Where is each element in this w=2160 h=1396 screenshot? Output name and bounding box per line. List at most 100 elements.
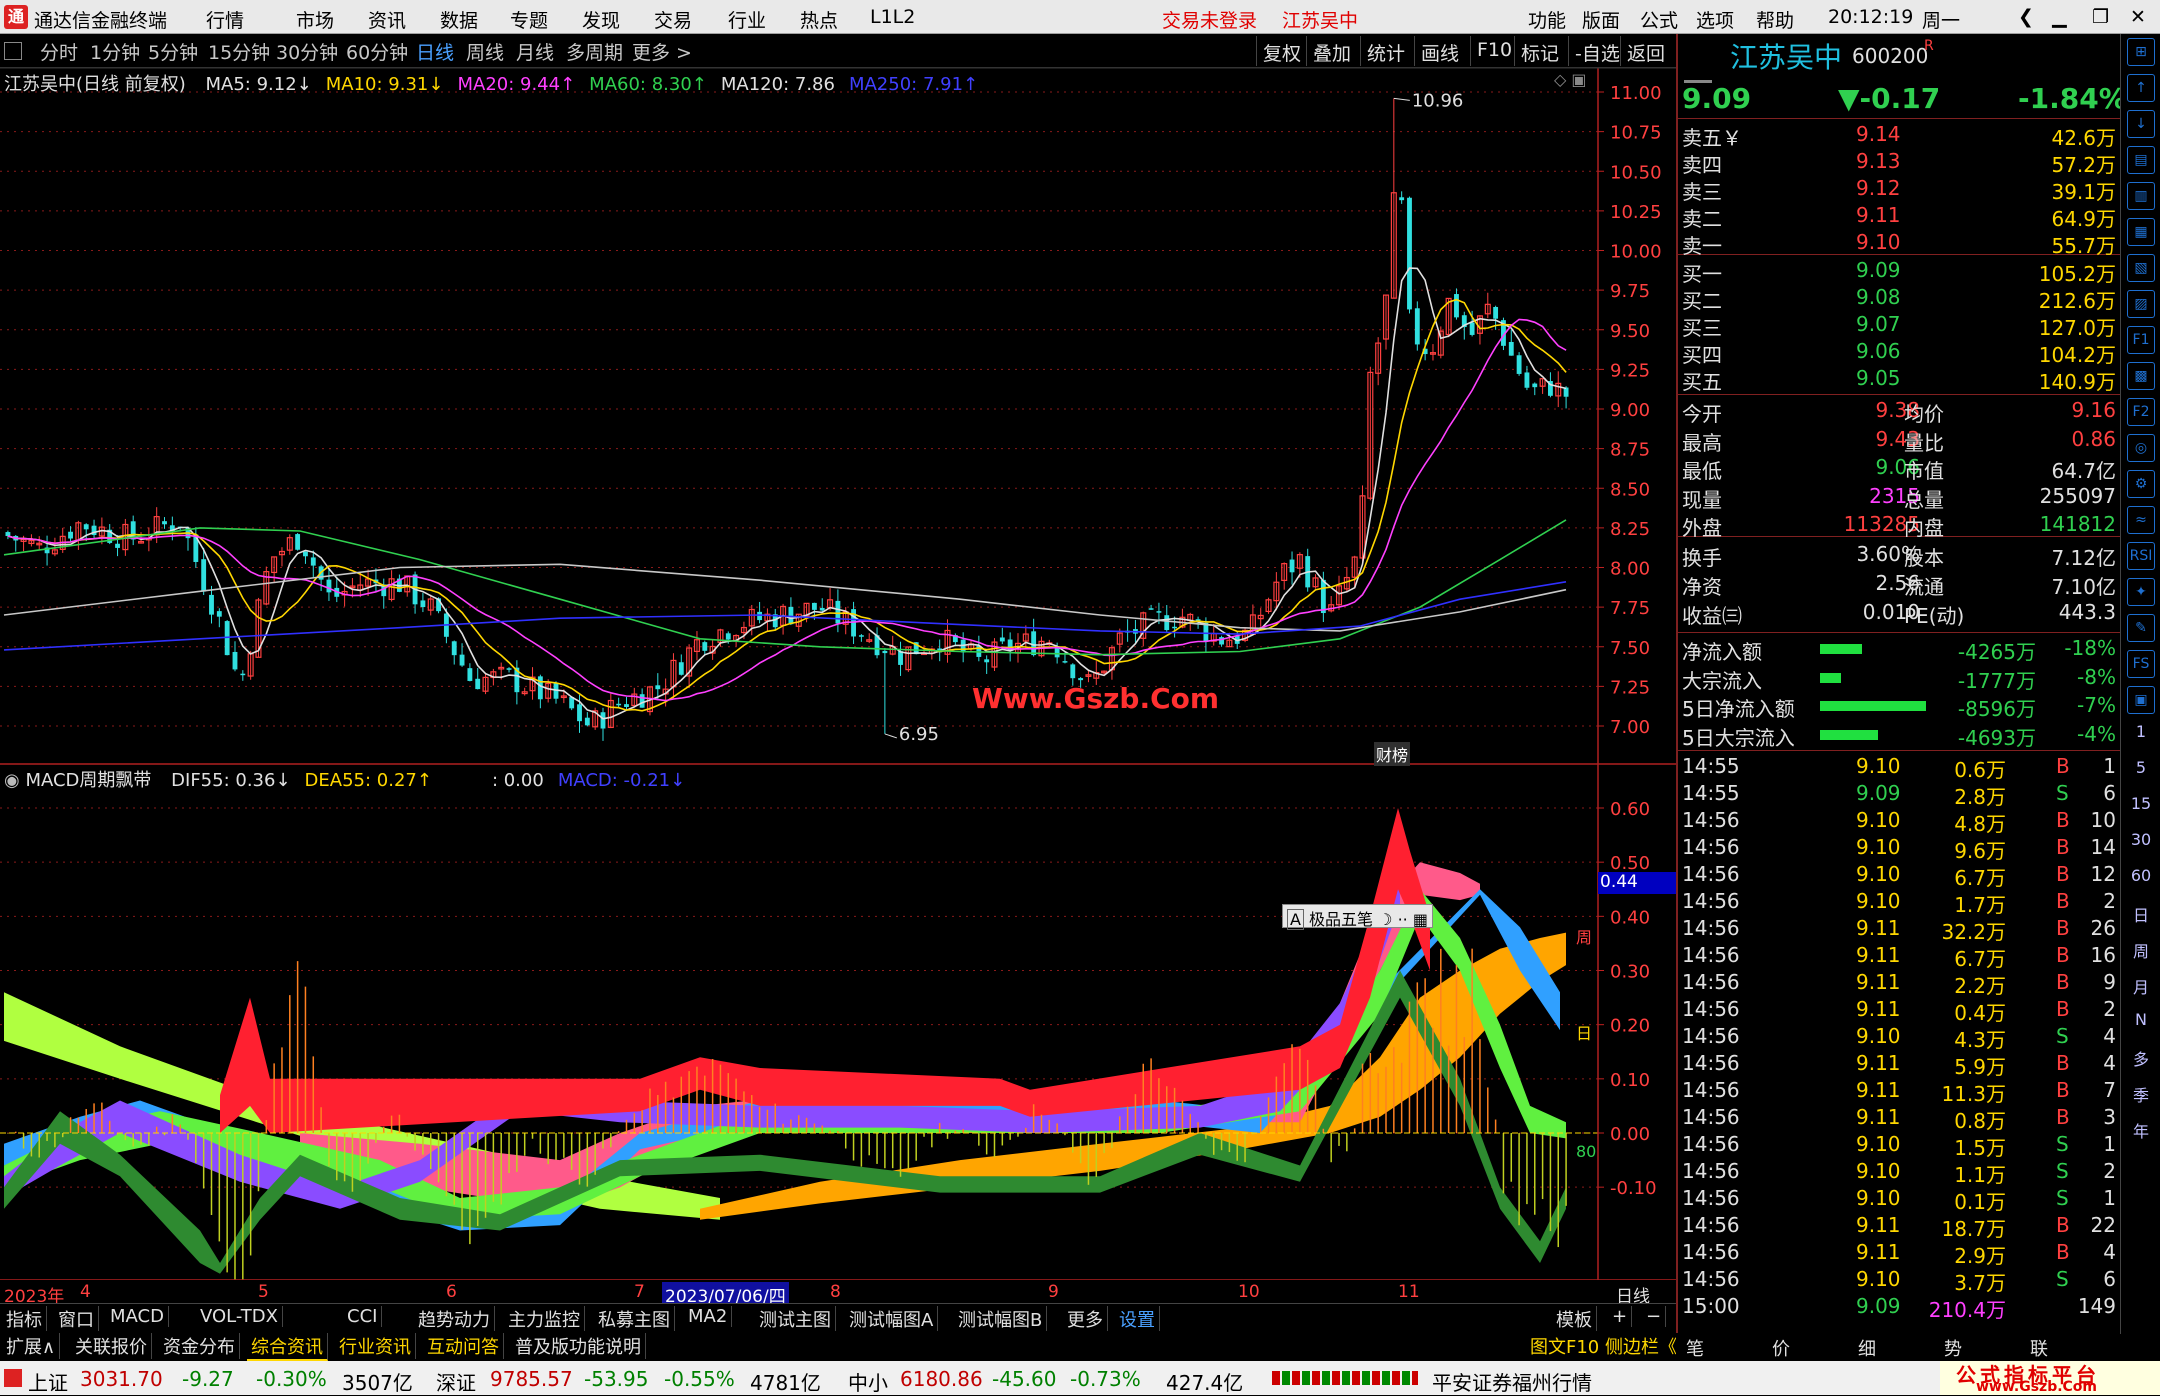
chart-tool-6[interactable]: -自选 [1568,36,1626,66]
menu-1[interactable]: 市场 [296,6,334,33]
chart-tool-7[interactable]: 返回 [1620,36,1671,66]
detail-tab-0[interactable]: 笔 [1686,1335,1704,1361]
period-tab-5[interactable]: 60分钟 [346,38,408,65]
template-tab-1[interactable]: + [1608,1306,1633,1327]
chart-options-icon[interactable]: ◇ ▣ [1554,70,1587,89]
menu-8[interactable]: 热点 [800,6,838,33]
indicator-tab-0[interactable]: 指标 [2,1306,47,1332]
period-tab-10[interactable]: 更多 > [632,38,692,65]
indicator-tab-4[interactable]: CCI [343,1306,383,1327]
period-tab-1[interactable]: 1分钟 [90,38,140,65]
side-icon-28[interactable]: 多 [2129,1046,2153,1070]
right-menu-1[interactable]: 版面 [1582,6,1620,33]
menu-2[interactable]: 资讯 [368,6,406,33]
finance-tag[interactable]: 财榜 [1374,742,1411,766]
menu-9[interactable]: L1L2 [870,6,915,28]
back-icon[interactable]: ❮ [2018,6,2034,28]
side-icon-1[interactable]: ↑ [2127,74,2155,102]
side-icon-23[interactable]: 60 [2129,866,2153,885]
indicator-tab-13[interactable]: 设置 [1115,1306,1160,1332]
close-icon[interactable]: ✕ [2130,6,2146,28]
sz-index-name[interactable]: 深证 [436,1367,476,1396]
detail-tab-1[interactable]: 价 [1772,1335,1790,1361]
side-icon-21[interactable]: 15 [2129,794,2153,813]
detail-tab-4[interactable]: 联 [2030,1335,2048,1361]
indicator-tab-10[interactable]: 测试幅图A [845,1306,939,1332]
indicator-tab-1[interactable]: 窗口 [54,1306,99,1332]
indicator-tab-11[interactable]: 测试幅图B [954,1306,1048,1332]
ime-toolbar[interactable]: A 极品五笔 ☽ ·· ▦ [1282,904,1433,930]
chart-tool-3[interactable]: 画线 [1414,36,1465,66]
side-icon-22[interactable]: 30 [2129,830,2153,849]
side-icon-9[interactable]: ▩ [2127,362,2155,390]
side-icon-16[interactable]: ✎ [2127,614,2155,642]
period-tab-3[interactable]: 15分钟 [208,38,270,65]
side-icon-26[interactable]: 月 [2129,974,2153,998]
side-icon-19[interactable]: 1 [2129,722,2153,741]
period-tab-4[interactable]: 30分钟 [276,38,338,65]
period-tab-2[interactable]: 5分钟 [148,38,198,65]
sh-index-name[interactable]: 上证 [28,1367,68,1396]
indicator-tab-12[interactable]: 更多 [1063,1306,1108,1332]
side-icon-20[interactable]: 5 [2129,758,2153,777]
ime-mode-icon[interactable]: A [1287,909,1304,930]
side-icon-15[interactable]: ✦ [2127,578,2155,606]
indicator-tab-6[interactable]: 主力监控 [504,1306,585,1332]
menu-4[interactable]: 专题 [510,6,548,33]
chart-tool-0[interactable]: 复权 [1256,36,1307,66]
menu-5[interactable]: 发现 [582,6,620,33]
side-icon-17[interactable]: FS [2127,650,2155,678]
side-icon-2[interactable]: ↓ [2127,110,2155,138]
period-tab-6[interactable]: 日线 [416,38,454,65]
detail-tab-2[interactable]: 细 [1858,1335,1876,1361]
login-status[interactable]: 交易未登录 [1162,6,1257,33]
macd-expand-icon[interactable]: ◉ [4,770,20,791]
period-tab-0[interactable]: 分时 [40,38,78,65]
side-icon-24[interactable]: 日 [2129,902,2153,926]
right-menu-2[interactable]: 公式 [1640,6,1678,33]
period-tab-9[interactable]: 多周期 [566,38,623,65]
side-icon-3[interactable]: ▤ [2127,146,2155,174]
kline-svg[interactable]: 10.96 6.95 11.00 10.75 10.50 10.25 10.00 9.75 9… [0,67,1676,1314]
indicator-tab-7[interactable]: 私募主图 [594,1306,675,1332]
side-icon-25[interactable]: 周 [2129,938,2153,962]
indicator-tab-3[interactable]: VOL-TDX [196,1306,283,1327]
chart-tool-2[interactable]: 统计 [1360,36,1411,66]
chart-tool-5[interactable]: 标记 [1514,36,1565,66]
side-icon-29[interactable]: 季 [2129,1082,2153,1106]
side-icon-7[interactable]: ▨ [2127,290,2155,318]
side-icon-4[interactable]: ▥ [2127,182,2155,210]
grid-icon[interactable] [4,42,22,60]
menu-0[interactable]: 行情 [206,6,244,33]
indicator-tab-2[interactable]: MACD [106,1306,169,1327]
info-tab-1[interactable]: 关联报价 [71,1333,152,1359]
info-tab-5[interactable]: 互动问答 [423,1333,504,1359]
info-tab-2[interactable]: 资金分布 [159,1333,240,1359]
right-menu-3[interactable]: 选项 [1696,6,1734,33]
template-tab-0[interactable]: 模板 [1552,1306,1597,1332]
chart-pane[interactable]: 10.96 6.95 11.00 10.75 10.50 10.25 10.00 9.75 9… [0,67,1676,1314]
minimize-icon[interactable]: ▁ [2052,6,2067,28]
period-tab-7[interactable]: 周线 [466,38,504,65]
side-icon-14[interactable]: RSI [2127,542,2155,570]
right-menu-0[interactable]: 功能 [1528,6,1566,33]
side-icon-6[interactable]: ▧ [2127,254,2155,282]
info-tab-3[interactable]: 综合资讯 [247,1333,328,1361]
right-menu-4[interactable]: 帮助 [1756,6,1794,33]
side-icon-10[interactable]: F2 [2127,398,2155,426]
indicator-tab-8[interactable]: MA2 [684,1306,733,1327]
side-icon-5[interactable]: ▦ [2127,218,2155,246]
indicator-tab-5[interactable]: 趋势动力 [414,1306,495,1332]
side-icon-0[interactable]: ⊞ [2127,38,2155,66]
template-tab-2[interactable]: − [1642,1306,1667,1327]
chart-tool-4[interactable]: F10 [1470,36,1518,66]
side-icon-30[interactable]: 年 [2129,1118,2153,1142]
indicator-tab-9[interactable]: 测试主图 [755,1306,836,1332]
side-icon-27[interactable]: N [2129,1010,2153,1029]
info-tab-6[interactable]: 普及版功能说明 [511,1333,646,1359]
info-tab-0[interactable]: 扩展∧ [2,1333,61,1359]
side-icon-11[interactable]: ◎ [2127,434,2155,462]
chart-tool-1[interactable]: 叠加 [1306,36,1357,66]
sidebar-toggle[interactable]: 图文F10 侧边栏《 [1526,1333,1681,1359]
zx-index-name[interactable]: 中小 [848,1367,888,1396]
